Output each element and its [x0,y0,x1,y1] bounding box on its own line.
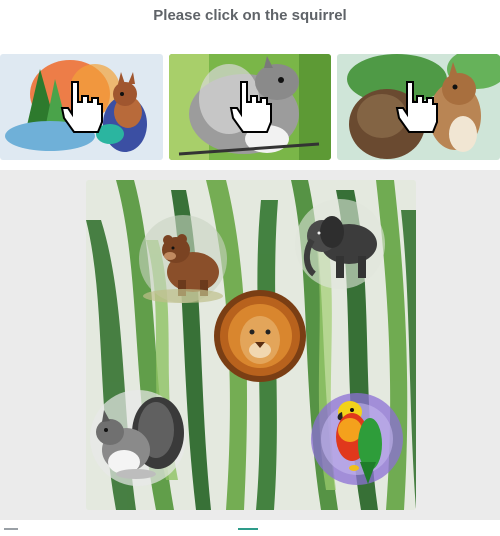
animal-lion[interactable] [212,288,308,384]
footer-mark-middle [238,528,258,534]
animal-squirrel[interactable] [88,388,188,488]
example-image-2[interactable] [169,54,331,160]
squirrel-image [90,390,186,486]
captcha-page: Please click on the squirrel [0,0,500,536]
example-images-row [0,54,500,160]
pointing-hand-icon [60,81,103,133]
example-image-1[interactable] [0,54,163,160]
challenge-scene [86,180,416,510]
animal-elephant[interactable] [294,198,386,290]
lion-image [214,290,306,382]
instruction-text: Please click on the squirrel [153,7,347,24]
example-image-3[interactable] [337,54,500,160]
animal-parrot[interactable] [310,392,404,486]
parrot-image [311,393,403,485]
elephant-image [295,199,385,289]
footer-mark-left [4,528,18,534]
pointing-hand-icon [229,81,272,133]
footer-strip [0,528,500,536]
pointing-hand-icon [395,81,438,133]
challenge-panel [0,170,500,520]
